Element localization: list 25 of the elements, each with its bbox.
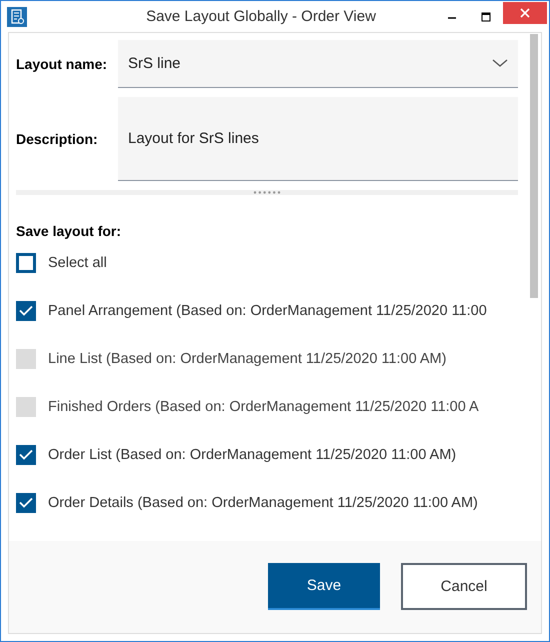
scrollbar-thumb[interactable] — [530, 34, 538, 298]
section-label: Save layout for: — [16, 222, 122, 239]
checkbox-label: Panel Arrangement (Based on: OrderManagement 11/25/2020 11:00 — [48, 302, 487, 319]
checkbox[interactable] — [16, 300, 36, 321]
field-label: Layout name: — [16, 56, 108, 72]
checkbox-label: Line List (Based on: OrderManagement 11/25/2020 11:00 AM) — [48, 350, 446, 367]
maximize-icon — [481, 12, 491, 22]
checkbox[interactable] — [16, 444, 36, 465]
close-icon — [520, 8, 530, 18]
checkbox-label: Select all — [48, 254, 107, 271]
checkbox[interactable] — [16, 492, 36, 513]
checkbox[interactable] — [16, 252, 36, 273]
description-field[interactable]: Layout for SrS lines — [118, 97, 518, 181]
checkbox-label: Order Details (Based on: OrderManagement 11/25/2020 11:00 AM) — [48, 494, 478, 511]
app-icon — [7, 6, 27, 26]
close-button[interactable] — [503, 2, 547, 24]
checkbox-label: Order List (Based on: OrderManagement 11/25/2020 11:00 AM) — [48, 446, 456, 463]
layout-name-dropdown[interactable]: SrS line — [118, 40, 518, 88]
window-title: Save Layout Globally - Order View — [145, 8, 377, 25]
save-button[interactable]: Save — [268, 563, 380, 610]
chevron-down-icon — [492, 59, 508, 68]
field-label: Description: — [16, 131, 99, 147]
checkbox-label: Finished Orders (Based on: OrderManagement 11/25/2020 11:00 A — [48, 398, 479, 415]
splitter-handle[interactable] — [16, 190, 518, 195]
cancel-button[interactable]: Cancel — [401, 563, 527, 610]
